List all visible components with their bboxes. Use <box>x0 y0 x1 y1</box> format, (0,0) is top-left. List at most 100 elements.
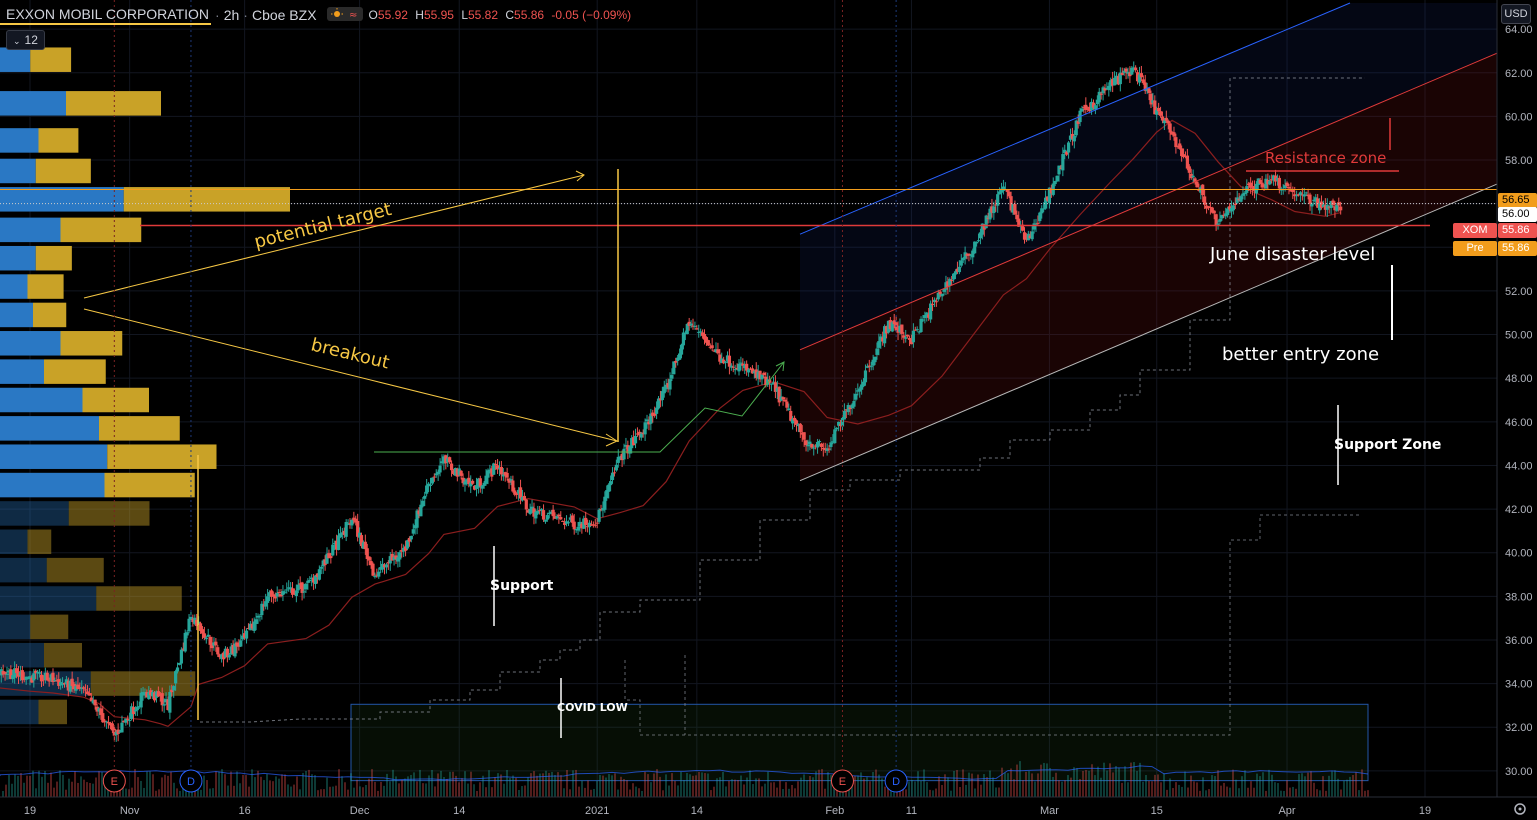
volume-bar <box>242 774 244 797</box>
volume-bar <box>143 787 145 797</box>
volume-bar <box>611 775 613 797</box>
volume-bar <box>50 772 52 797</box>
volume-profile-bar-up <box>0 557 47 583</box>
volume-bar <box>341 776 343 797</box>
volume-bar <box>884 786 886 797</box>
candle-body <box>260 603 264 616</box>
candle-body <box>693 325 697 327</box>
volume-bar <box>581 780 583 797</box>
volume-profile-bar-up <box>0 642 44 668</box>
volume-bar <box>1142 781 1144 797</box>
volume-bar <box>857 775 859 797</box>
volume-bar <box>866 777 868 797</box>
volume-bar <box>1223 782 1225 797</box>
volume-bar <box>659 776 661 797</box>
candle-body <box>1015 214 1019 220</box>
volume-bar <box>1358 790 1360 797</box>
volume-bar <box>2 790 4 797</box>
volume-profile-bar-down <box>60 217 142 243</box>
volume-bar <box>941 785 943 797</box>
volume-profile-bar-down <box>35 245 72 271</box>
candle-body <box>329 556 333 559</box>
volume-bar <box>68 778 70 797</box>
candle-body <box>672 361 676 375</box>
volume-bar <box>1091 764 1093 797</box>
volume-bar <box>83 779 85 797</box>
volume-profile-bar-down <box>30 47 72 72</box>
candle-body <box>1158 111 1163 116</box>
volume-bar <box>917 771 919 797</box>
volume-bar <box>1259 776 1261 797</box>
price-tag-value: 55.86 <box>1498 223 1537 238</box>
candle-body <box>875 348 879 355</box>
volume-bar <box>1178 784 1180 797</box>
volume-bar <box>620 776 622 797</box>
candle-body <box>377 571 381 577</box>
open-value: 55.92 <box>377 8 408 22</box>
candle-body <box>919 318 923 333</box>
volume-bar <box>368 778 370 797</box>
candle-body <box>1304 192 1308 194</box>
price-tick-label: 60.00 <box>1505 111 1533 123</box>
volume-bar <box>173 782 175 797</box>
volume-bar <box>260 776 262 797</box>
volume-bar <box>554 775 556 797</box>
volume-bar <box>155 790 157 797</box>
volume-bar <box>251 769 253 797</box>
price-tag-value: 56.65 <box>1498 193 1537 208</box>
candle-body <box>551 509 555 517</box>
dividend-event-label: D <box>892 776 900 788</box>
volume-bar <box>398 783 400 797</box>
volume-bar <box>266 774 268 797</box>
volume-bar <box>929 789 931 797</box>
volume-profile-bar-up <box>0 47 31 72</box>
volume-bar <box>773 782 775 797</box>
chevron-down-icon: ⌄ <box>13 36 21 46</box>
interval-label[interactable]: 2h <box>224 7 240 23</box>
volume-bar <box>452 771 454 797</box>
volume-profile-bar-up <box>0 586 97 611</box>
candle-body <box>93 699 97 706</box>
exchange-label: Cboe BZX <box>251 7 317 23</box>
price-tick-label: 38.00 <box>1505 591 1533 603</box>
volume-profile-bar-up <box>0 302 33 328</box>
candle-body <box>781 397 785 400</box>
volume-indicator-badge[interactable]: ⌄ 12 <box>6 30 45 50</box>
volume-bar <box>1208 789 1210 797</box>
candle-body <box>515 493 519 495</box>
candle-body <box>1147 88 1151 93</box>
candle-body <box>300 582 304 593</box>
volume-bar <box>383 785 385 797</box>
candle-body <box>610 472 615 481</box>
candle-body <box>829 442 833 447</box>
volume-bar <box>647 774 649 797</box>
volume-bar <box>449 771 451 797</box>
volume-bar <box>977 774 979 797</box>
candle-body <box>1120 72 1124 75</box>
volume-bar <box>779 780 781 797</box>
volume-bar <box>1328 775 1330 797</box>
candle-body <box>940 293 944 297</box>
volume-bar <box>1214 776 1216 797</box>
volume-profile-bar-up <box>0 274 28 299</box>
earnings-event-label: E <box>111 776 118 788</box>
volume-bar <box>1022 780 1024 797</box>
volume-profile-bar-down <box>68 501 150 526</box>
volume-bar <box>665 774 667 797</box>
symbol-name[interactable]: EXXON MOBIL CORPORATION <box>0 6 212 25</box>
candle-body <box>363 541 367 550</box>
candle-body <box>1164 117 1168 121</box>
price-tick-label: 52.00 <box>1505 286 1533 298</box>
volume-bar <box>1097 766 1099 797</box>
currency-badge[interactable]: USD <box>1501 4 1531 24</box>
volume-bar <box>1316 789 1318 797</box>
resistance-zone-text: Resistance zone <box>1265 149 1386 167</box>
candle-body <box>174 671 178 684</box>
volume-bar <box>11 783 13 797</box>
volume-bar <box>1322 776 1324 797</box>
price-chart[interactable]: potential targetbreakoutResistance zoneJ… <box>0 0 1537 820</box>
volume-bar <box>62 774 64 797</box>
volume-bar <box>704 773 706 797</box>
volume-profile-bar-up <box>0 501 69 526</box>
volume-bar <box>239 783 241 797</box>
